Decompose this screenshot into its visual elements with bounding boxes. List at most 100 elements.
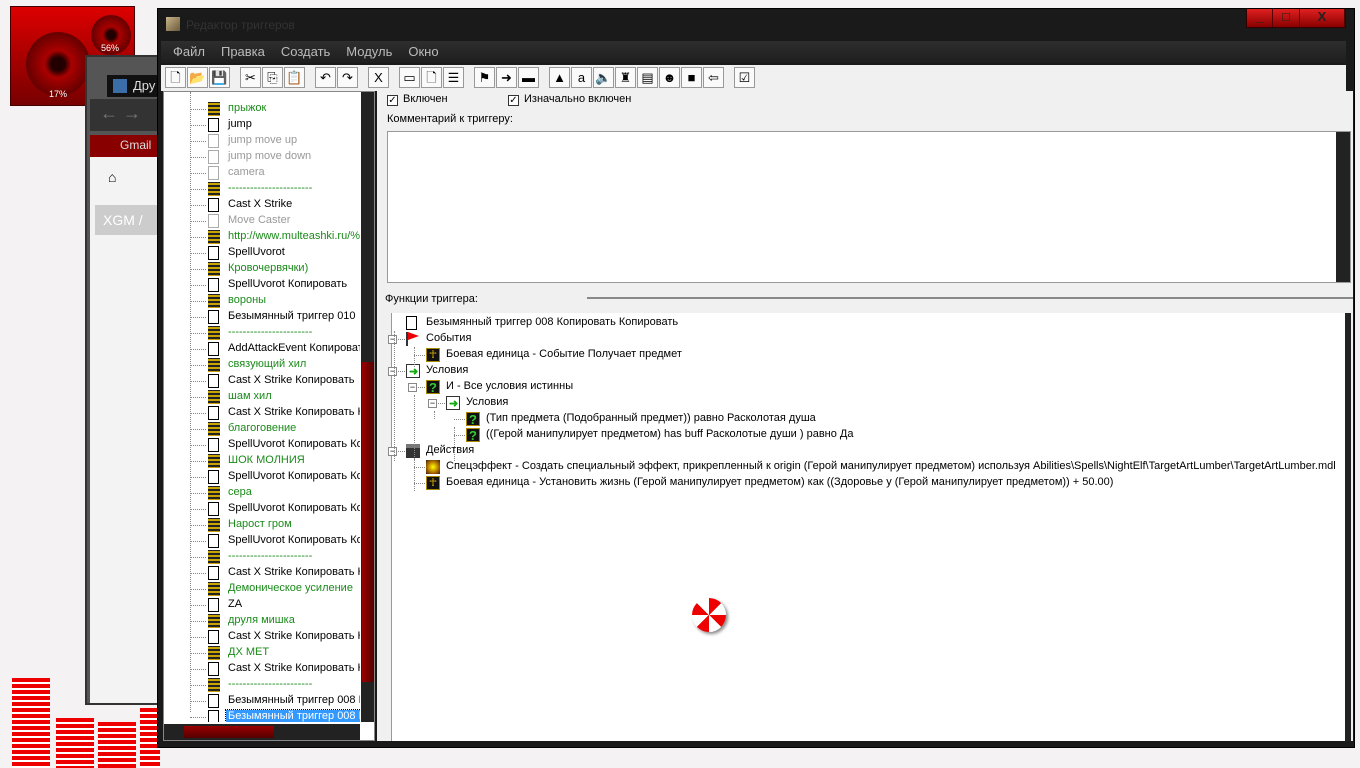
menu-edit[interactable]: Правка — [219, 41, 273, 63]
undo-button[interactable]: ↶ — [315, 67, 336, 88]
redo-button[interactable]: ↷ — [337, 67, 358, 88]
trigger-icon — [208, 374, 219, 388]
tree-item-label: Cast X Strike Копировать Ко — [228, 630, 360, 642]
test-map-icon: ☑ — [738, 70, 751, 85]
menu-create[interactable]: Создать — [279, 41, 338, 63]
gmail-bookmark[interactable]: Gmail — [90, 135, 163, 157]
horizontal-scrollbar[interactable] — [164, 724, 360, 740]
open-icon: 📂 — [189, 70, 206, 85]
enabled-checkbox[interactable]: ✓ Включен — [387, 93, 448, 106]
functions-scrollbar[interactable] — [1345, 313, 1351, 741]
object-manager-button[interactable]: ■ — [681, 67, 702, 88]
new-category-button[interactable]: ▭ — [399, 67, 420, 88]
tree-item-label: ----------------------- — [228, 182, 313, 194]
title-bar[interactable]: Редактор триггеров _ □ X — [158, 9, 1354, 39]
new-button[interactable]: 🗋 — [165, 67, 186, 88]
tree-item-label: Cast X Strike Копировать Ко — [228, 406, 360, 418]
trigger-icon — [208, 342, 219, 356]
comment-icon — [208, 262, 220, 276]
maximize-button[interactable]: □ — [1273, 9, 1300, 27]
trigger-icon — [208, 118, 219, 132]
cut-button[interactable]: ✂ — [240, 67, 261, 88]
tree-item-label: сера — [228, 486, 252, 498]
object-manager-icon: ■ — [687, 70, 696, 85]
object-editor-button[interactable]: ♜ — [615, 67, 636, 88]
function-label: И - Все условия истинны — [446, 380, 574, 392]
tree-item-label: Кровочервячки) — [228, 262, 309, 274]
minimize-button[interactable]: _ — [1247, 9, 1273, 27]
flag-icon — [406, 332, 420, 346]
trigger-icon — [208, 278, 219, 292]
close-button[interactable]: X — [1300, 9, 1345, 27]
tree-item-label: связующий хил — [228, 358, 307, 370]
trigger-editor-button[interactable]: a — [571, 67, 592, 88]
cpu-dial — [26, 32, 90, 96]
tree-item-label: Безымянный триггер 010 — [228, 310, 356, 322]
comment-textarea[interactable] — [387, 131, 1351, 283]
menu-file[interactable]: Файл — [171, 41, 213, 63]
tree-item-label: SpellUvorot Копировать Ко — [228, 502, 360, 514]
checkmark-icon: ✓ — [387, 95, 398, 106]
copy-icon: ⎘ — [267, 70, 278, 85]
import-manager-button[interactable]: ⇦ — [703, 67, 724, 88]
tree-item-label: благоговение — [228, 422, 297, 434]
comment-icon — [208, 422, 220, 436]
copy-button[interactable]: ⎘ — [262, 67, 283, 88]
new-condition-button[interactable]: ➜ — [496, 67, 517, 88]
collapse-icon[interactable]: − — [428, 399, 437, 408]
delete-button[interactable]: X — [368, 67, 389, 88]
new-trigger-button[interactable]: 🗋 — [421, 67, 442, 88]
ai-editor-button[interactable]: ☻ — [659, 67, 680, 88]
vertical-scrollbar[interactable] — [361, 92, 374, 722]
new-action-button[interactable]: ▬ — [518, 67, 539, 88]
collapse-icon[interactable]: − — [388, 335, 397, 344]
tree-item-label: ДХ МЕТ — [228, 646, 270, 658]
tree-item-label: AddAttackEvent Копировать — [228, 342, 360, 354]
comment-scrollbar[interactable] — [1336, 132, 1350, 282]
checkmark-icon: ✓ — [508, 95, 519, 106]
tree-item-label: ----------------------- — [228, 550, 313, 562]
comment-icon — [208, 230, 220, 244]
open-button[interactable]: 📂 — [187, 67, 208, 88]
app-icon — [166, 17, 180, 31]
comment-icon — [208, 486, 220, 500]
save-icon: 💾 — [211, 70, 228, 85]
trigger-editor-window: Редактор триггеров _ □ X Файл Правка Соз… — [157, 8, 1355, 748]
comment-icon — [208, 646, 220, 660]
collapse-icon[interactable]: − — [388, 367, 397, 376]
tree-item-label: SpellUvorot Копировать Ко — [228, 470, 360, 482]
trigger-icon — [208, 662, 219, 676]
collapse-icon[interactable]: − — [408, 383, 417, 392]
collapse-icon[interactable]: − — [388, 447, 397, 456]
new-event-button[interactable]: ⚑ — [474, 67, 495, 88]
campaign-editor-button[interactable]: ▤ — [637, 67, 658, 88]
paste-button[interactable]: 📋 — [284, 67, 305, 88]
trigger-icon — [208, 406, 219, 420]
tree-item-label: Безымянный триггер 008 К — [228, 694, 360, 706]
comment-icon — [208, 614, 220, 628]
sound-editor-button[interactable]: 🔈 — [593, 67, 614, 88]
ram-percent: 56% — [101, 43, 120, 53]
trigger-icon — [208, 198, 219, 212]
trigger-icon — [208, 470, 219, 484]
ai-editor-icon: ☻ — [662, 70, 677, 85]
trigger-icon — [208, 710, 219, 722]
campaign-editor-icon: ▤ — [641, 70, 654, 85]
initially-on-checkbox[interactable]: ✓ Изначально включен — [508, 93, 631, 106]
browser-nav[interactable]: ← → — [90, 99, 163, 131]
background-browser-window[interactable]: Дру ← → Gmail ⌂ XGM / — [85, 55, 167, 705]
tree-item-label: шам хил — [228, 390, 272, 402]
terrain-editor-button[interactable]: ▲ — [549, 67, 570, 88]
save-button[interactable]: 💾 — [209, 67, 230, 88]
menu-window[interactable]: Окно — [406, 41, 446, 63]
test-map-button[interactable]: ☑ — [734, 67, 755, 88]
home-icon[interactable]: ⌂ — [108, 169, 116, 185]
terrain-editor-icon: ▲ — [553, 70, 566, 85]
breadcrumb[interactable]: XGM / — [95, 205, 163, 235]
tree-item-label: camera — [228, 166, 265, 178]
menu-module[interactable]: Модуль — [344, 41, 400, 63]
tree-item-label: Cast X Strike — [228, 198, 293, 210]
splitter[interactable] — [587, 297, 1353, 299]
new-comment-button[interactable]: ☰ — [443, 67, 464, 88]
redo-icon: ↷ — [342, 70, 353, 85]
